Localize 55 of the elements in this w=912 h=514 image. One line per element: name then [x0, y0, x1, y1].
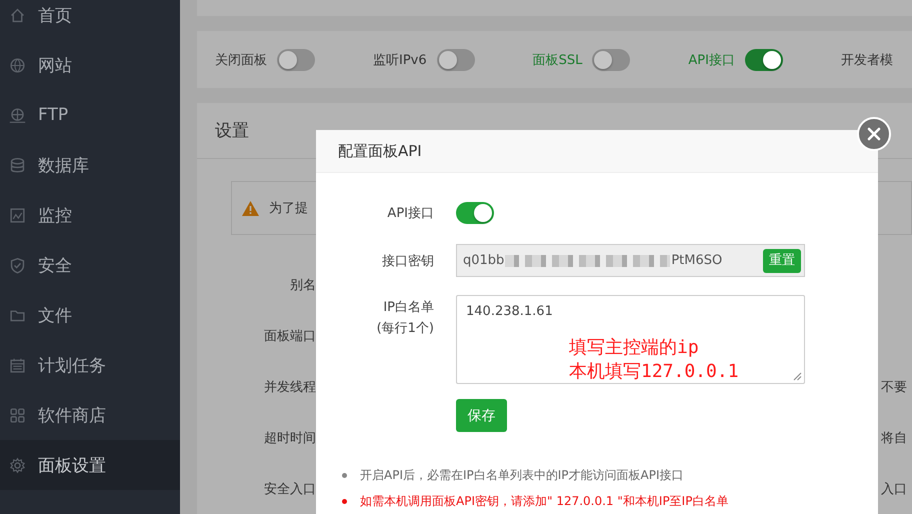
- setting-label: 面板端口: [263, 328, 316, 346]
- setting-hint: 不要: [881, 378, 907, 396]
- save-button[interactable]: 保存: [456, 399, 507, 432]
- switch-label: 关闭面板: [215, 52, 267, 69]
- modal-title: 配置面板API: [316, 130, 878, 173]
- setting-label: 并发线程: [263, 378, 316, 396]
- setting-label: 安全入口: [263, 480, 316, 498]
- grid-icon: [9, 406, 26, 424]
- toggle-switch[interactable]: [277, 48, 315, 71]
- house-icon: [9, 6, 26, 24]
- switch-label: 面板SSL: [532, 52, 582, 69]
- calendar-icon: [9, 356, 26, 374]
- switch-label: 监听IPv6: [373, 52, 427, 69]
- toggle-switch[interactable]: [436, 48, 475, 71]
- setting-hint: 入口: [881, 480, 907, 498]
- setting-hint: 将自: [881, 430, 907, 446]
- reset-button[interactable]: 重置: [763, 248, 801, 272]
- toggle-switch[interactable]: [456, 202, 494, 224]
- database-icon: [9, 156, 26, 174]
- sidebar-item[interactable]: 文件: [0, 290, 180, 340]
- annotation-text: 本机填写127.0.0.1: [569, 360, 739, 384]
- bullet-icon: [342, 472, 347, 478]
- field-label: 接口密钥: [381, 252, 434, 270]
- sidebar-item[interactable]: 计划任务: [0, 340, 180, 390]
- field-hint: (每行1个): [376, 320, 434, 338]
- bullet-icon: [342, 498, 347, 504]
- field-label: API接口: [386, 205, 434, 223]
- note-text: 开启API后，必需在IP白名单列表中的IP才能访问面板API接口: [360, 467, 684, 484]
- sidebar-item[interactable]: 数据库: [0, 140, 180, 190]
- resize-grip-icon[interactable]: [793, 372, 802, 381]
- sidebar-item[interactable]: 网站: [0, 40, 180, 90]
- field-label: IP白名单: [383, 299, 434, 317]
- sidebar-item[interactable]: 软件商店: [0, 390, 180, 440]
- globe-icon: [9, 56, 26, 74]
- shield-check-icon: [9, 256, 26, 274]
- annotation-text: 填写主控端的ip: [569, 336, 700, 360]
- setting-label: 超时时间: [263, 430, 316, 448]
- notice-text: 为了提: [269, 200, 308, 217]
- ip-whitelist-field[interactable]: 140.238.1.61 填写主控端的ip 本机填写127.0.0.1: [456, 295, 805, 384]
- toggle-switch[interactable]: [592, 48, 630, 71]
- note-text: 如需本机调用面板API密钥，请添加" 127.0.0.1 "和本机IP至IP白名单: [360, 493, 728, 510]
- sidebar-item[interactable]: 首页: [0, 0, 180, 40]
- setting-label: 别名: [289, 276, 316, 294]
- sidebar-item[interactable]: FTP: [0, 90, 180, 140]
- api-key-field[interactable]: q01bb PtM6SO 重置: [456, 244, 805, 277]
- sidebar-item[interactable]: 监控: [0, 190, 180, 240]
- sidebar-item[interactable]: 面板设置: [0, 440, 180, 490]
- chart-frame-icon: [9, 206, 26, 224]
- network-globe-icon: [9, 106, 26, 124]
- sidebar-item[interactable]: 安全: [0, 240, 180, 290]
- toggle-switch[interactable]: [744, 48, 783, 71]
- warning-icon: [242, 200, 259, 216]
- switch-label: 开发者模: [840, 52, 893, 69]
- switch-label: API接口: [688, 52, 735, 69]
- gear-icon: [9, 456, 26, 474]
